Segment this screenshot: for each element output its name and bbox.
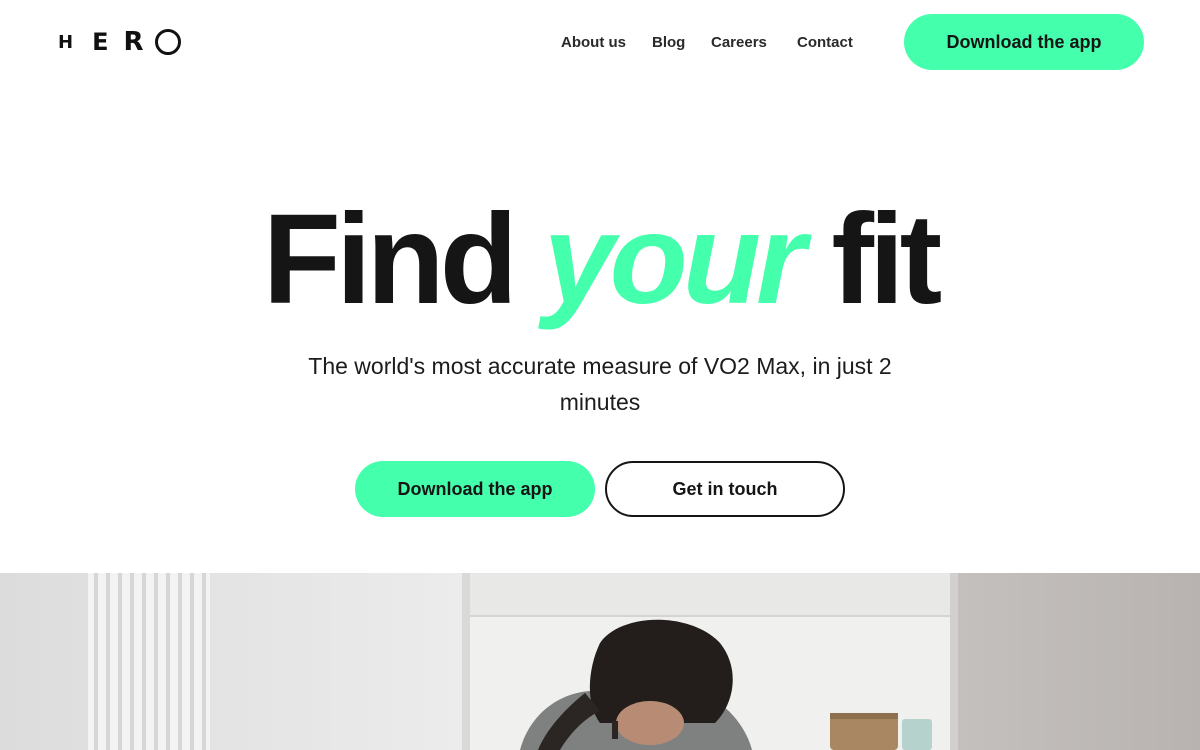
nav-careers[interactable]: Careers	[711, 31, 767, 53]
hero-title-accent: your	[543, 188, 805, 331]
hero-title-part2: fit	[831, 188, 942, 331]
get-in-touch-button[interactable]: Get in touch	[605, 461, 845, 517]
hero-logo[interactable]: H E R	[58, 27, 181, 57]
logo-letter: R	[123, 27, 144, 57]
nav-about-us[interactable]: About us	[561, 31, 626, 53]
site-header: H E R About us Blog Careers Contact Down…	[0, 0, 1200, 84]
logo-letter-o	[154, 29, 181, 55]
hero-subtitle: The world's most accurate measure of VO2…	[308, 353, 892, 415]
logo-letter: H	[58, 31, 74, 53]
hero-photo-illustration	[0, 573, 1200, 750]
radiator	[88, 573, 210, 750]
hero-photo	[0, 573, 1200, 750]
header-download-app-button[interactable]: Download the app	[904, 14, 1144, 70]
nav-blog[interactable]: Blog	[652, 31, 685, 53]
nav-contact[interactable]: Contact	[797, 31, 853, 53]
basket	[830, 713, 898, 750]
hero-title-part1: Find	[262, 188, 518, 331]
hero-title: Find your fit	[0, 190, 1200, 330]
hero-download-app-button[interactable]: Download the app	[355, 461, 595, 517]
logo-letter: E	[92, 28, 109, 56]
